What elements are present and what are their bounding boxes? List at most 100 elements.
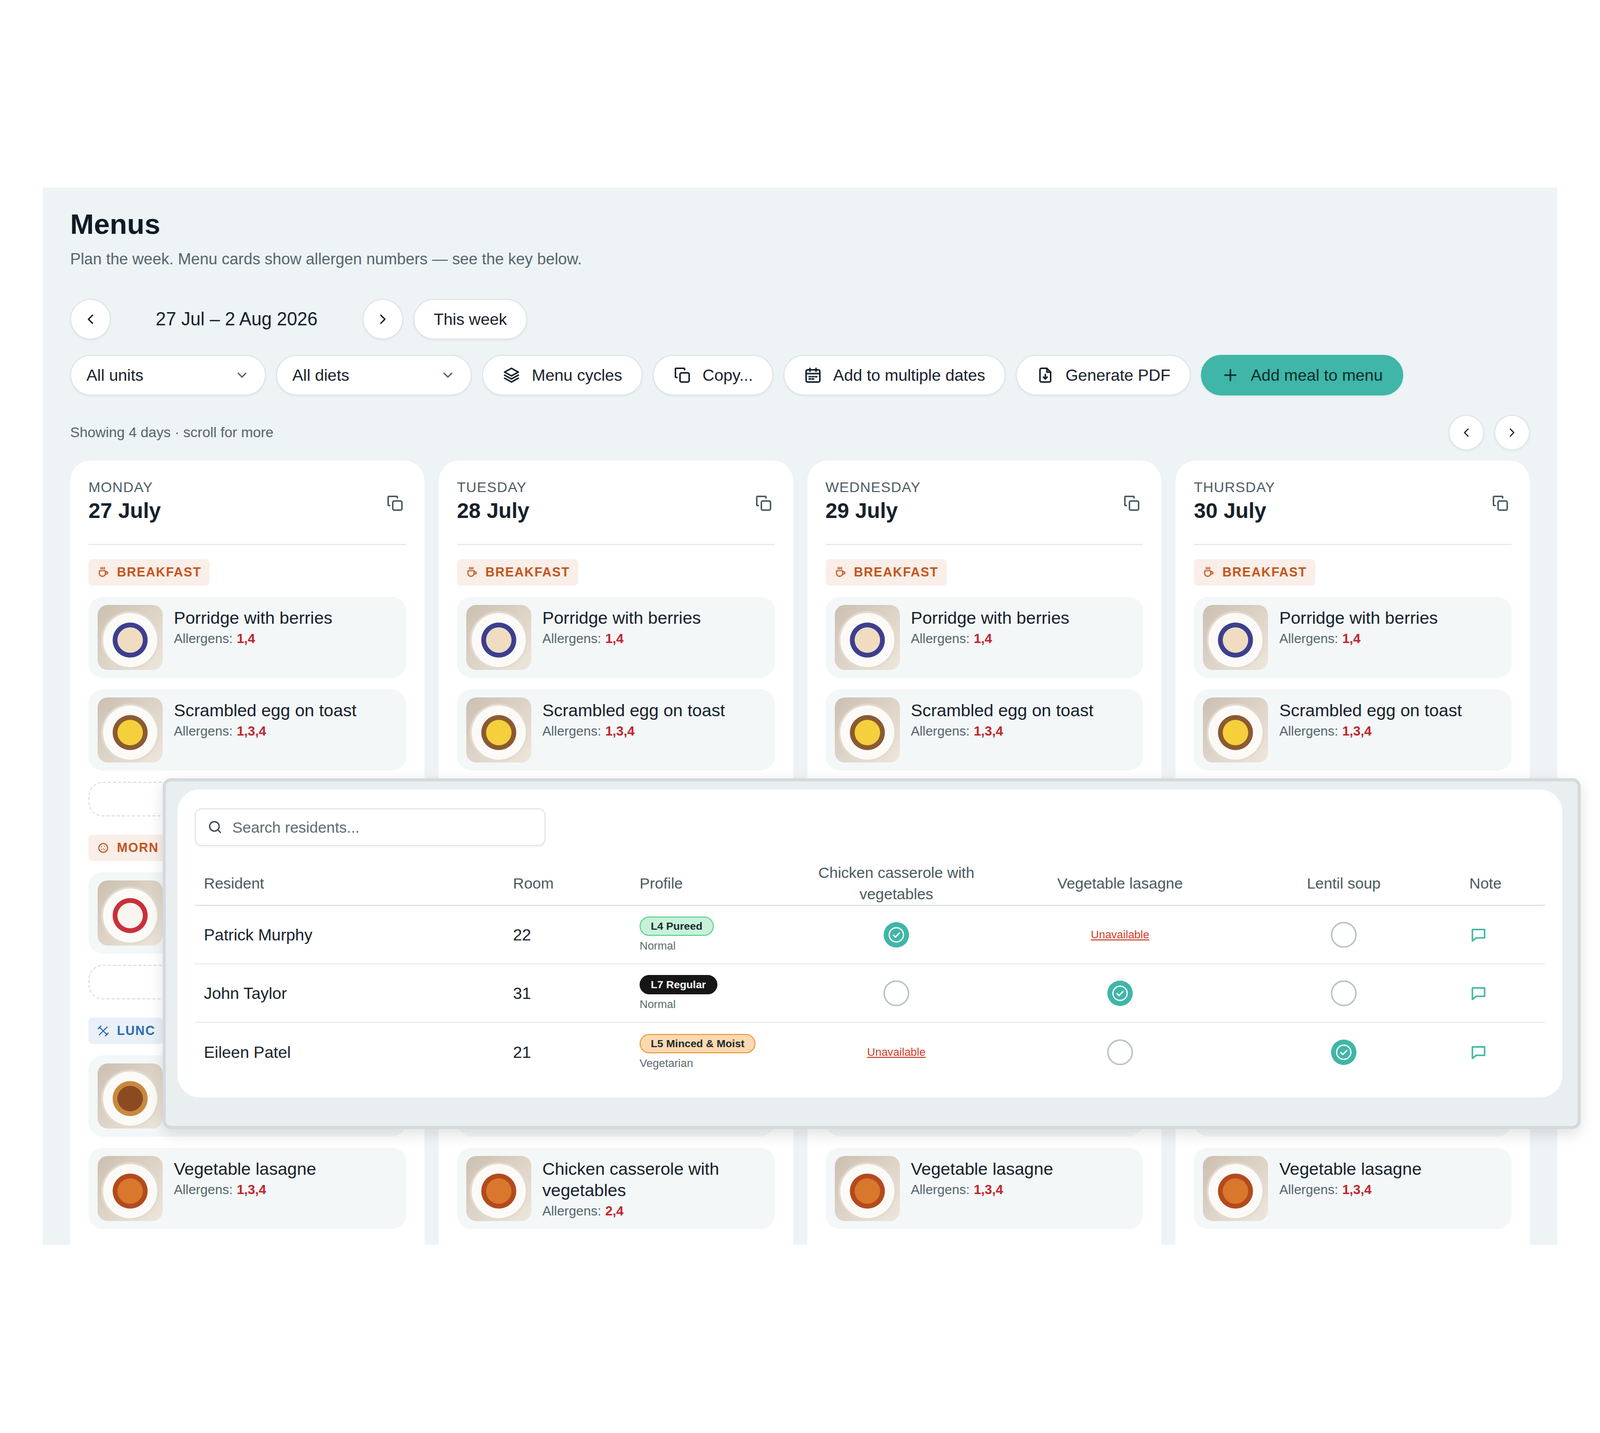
toolbar-button[interactable]: Copy... — [652, 354, 774, 396]
meal-choice-radio[interactable] — [883, 921, 910, 949]
allergen-numbers: 1,4 — [605, 630, 624, 647]
meal-card[interactable]: Porridge with berriesAllergens:1,4 — [825, 596, 1144, 679]
day-date: 27 July — [88, 498, 407, 524]
unavailable-label: Unavailable — [1091, 926, 1150, 944]
column-header: Resident — [194, 862, 500, 907]
allergen-numbers: 1,3,4 — [973, 723, 1004, 739]
toolbar-button[interactable]: Add to multiple dates — [783, 354, 1006, 396]
copy-day-button[interactable] — [752, 492, 775, 515]
copy-day-button[interactable] — [383, 492, 407, 515]
meal-photo — [1202, 697, 1269, 763]
meal-card[interactable]: Porridge with berriesAllergens:1,4 — [88, 596, 407, 679]
week-navigation: 27 Jul – 2 Aug 2026This week — [70, 298, 1530, 340]
weekday: TUESDAY — [457, 478, 775, 497]
meal-choice-cell — [1231, 906, 1456, 965]
scroll-left-button[interactable] — [1448, 414, 1485, 451]
meal-name: Vegetable lasagne — [173, 1158, 317, 1180]
add-meal-button[interactable]: Add meal to menu — [1200, 354, 1404, 396]
meal-allergens: Allergens:1,4 — [1279, 629, 1438, 648]
toolbar-button[interactable]: Generate PDF — [1015, 354, 1191, 396]
meal-allergens: Allergens:2,4 — [542, 1201, 766, 1221]
meal-card[interactable]: Chicken casserole with vegetablesAllerge… — [457, 1148, 775, 1230]
meal-card[interactable]: Scrambled egg on toastAllergens:1,3,4 — [825, 689, 1144, 771]
scroll-row: Showing 4 days · scroll for more — [70, 414, 1530, 451]
toolbar-button-label: Generate PDF — [1065, 363, 1171, 388]
meal-entry: Porridge with berriesAllergens:1,4 — [1193, 596, 1512, 679]
meal-text: Scrambled egg on toastAllergens:1,3,4 — [173, 697, 357, 741]
this-week-button[interactable]: This week — [413, 298, 528, 340]
room-number: 21 — [499, 1022, 627, 1082]
toolbar-button[interactable]: Menu cycles — [481, 354, 643, 396]
meal-choice-cell: Unavailable — [1008, 906, 1232, 965]
meal-photo — [834, 1156, 900, 1222]
column-header: Room — [499, 862, 627, 907]
allergen-numbers: 1,3,4 — [973, 1182, 1004, 1198]
chevron-left-icon — [82, 311, 99, 328]
search-input[interactable] — [231, 815, 534, 840]
meal-name: Porridge with berries — [542, 607, 702, 629]
meal-card[interactable]: Porridge with berriesAllergens:1,4 — [1193, 596, 1512, 679]
allergen-numbers: 1,4 — [1342, 630, 1361, 647]
meal-card[interactable]: Vegetable lasagneAllergens:1,3,4 — [1193, 1148, 1512, 1230]
meal-choice-radio[interactable] — [1330, 980, 1357, 1007]
note-button[interactable] — [1469, 1043, 1488, 1062]
allergens-label: Allergens: — [542, 630, 602, 647]
meal-card[interactable]: Vegetable lasagneAllergens:1,3,4 — [88, 1148, 407, 1230]
cup-icon — [833, 565, 848, 580]
cup-icon — [1201, 565, 1216, 580]
meal-entry: BREAKFAST — [457, 559, 775, 586]
chat-bubble-icon — [1469, 984, 1488, 1003]
meal-card[interactable]: Scrambled egg on toastAllergens:1,3,4 — [88, 689, 407, 771]
meal-text: Chicken casserole with vegetablesAllerge… — [542, 1156, 766, 1221]
meal-choice-radio[interactable] — [1330, 921, 1357, 949]
meal-text: Scrambled egg on toastAllergens:1,3,4 — [911, 697, 1094, 741]
note-button[interactable] — [1469, 984, 1488, 1003]
meal-choice-radio[interactable] — [883, 980, 910, 1007]
day-date: 30 July — [1193, 498, 1512, 524]
previous-week-button[interactable] — [70, 298, 111, 340]
day-date: 29 July — [825, 498, 1144, 524]
meal-card[interactable]: Scrambled egg on toastAllergens:1,3,4 — [1193, 689, 1512, 771]
meal-entry: Vegetable lasagneAllergens:1,3,4 — [1193, 1148, 1512, 1230]
meal-photo — [97, 880, 163, 946]
meal-card[interactable]: Porridge with berriesAllergens:1,4 — [457, 596, 775, 679]
meal-choice-cell — [1231, 1022, 1456, 1082]
layers-icon — [502, 366, 521, 385]
scroll-right-button[interactable] — [1494, 414, 1530, 451]
diet-label: Normal — [639, 939, 676, 954]
filter-select[interactable]: All units — [70, 354, 266, 396]
filter-select[interactable]: All diets — [276, 354, 472, 396]
next-week-button[interactable] — [362, 298, 404, 340]
day-header: TUESDAY28 July — [457, 478, 775, 546]
meal-photo — [1202, 1156, 1269, 1222]
meal-name: Scrambled egg on toast — [542, 699, 726, 721]
meal-text: Vegetable lasagneAllergens:1,3,4 — [1279, 1156, 1422, 1199]
diet-label: Normal — [639, 997, 676, 1012]
copy-day-button[interactable] — [1120, 492, 1143, 515]
meal-entry: Porridge with berriesAllergens:1,4 — [88, 596, 407, 679]
allergen-numbers: 1,4 — [236, 630, 256, 647]
resident-name: Patrick Murphy — [194, 906, 500, 965]
meal-card[interactable]: Scrambled egg on toastAllergens:1,3,4 — [457, 689, 775, 771]
chevron-down-icon — [234, 367, 250, 383]
meal-choice-radio[interactable] — [1106, 980, 1134, 1007]
meal-section-label: BREAKFAST — [1222, 562, 1307, 583]
profile-badge: L7 Regular — [639, 975, 718, 995]
column-header: Chicken casserole with vegetables — [784, 862, 1009, 907]
meal-photo — [97, 1063, 163, 1129]
toolbar: All unitsAll dietsMenu cyclesCopy...Add … — [70, 354, 1530, 396]
meal-choice-cell: Unavailable — [784, 1022, 1009, 1082]
allergens-label: Allergens: — [173, 630, 233, 647]
copy-day-button[interactable] — [1489, 492, 1512, 515]
meal-choice-radio[interactable] — [1330, 1039, 1357, 1066]
weekday: THURSDAY — [1193, 478, 1512, 497]
meal-choice-radio[interactable] — [1106, 1039, 1134, 1066]
meal-card[interactable]: Vegetable lasagneAllergens:1,3,4 — [825, 1148, 1144, 1230]
note-button[interactable] — [1469, 925, 1488, 945]
meal-text: Porridge with berriesAllergens:1,4 — [542, 605, 702, 648]
chevron-left-icon — [1459, 425, 1474, 440]
allergens-label: Allergens: — [911, 630, 971, 647]
meal-section-label: MORN — [116, 838, 159, 858]
meal-text: Porridge with berriesAllergens:1,4 — [173, 605, 333, 648]
column-header: Profile — [626, 862, 785, 907]
